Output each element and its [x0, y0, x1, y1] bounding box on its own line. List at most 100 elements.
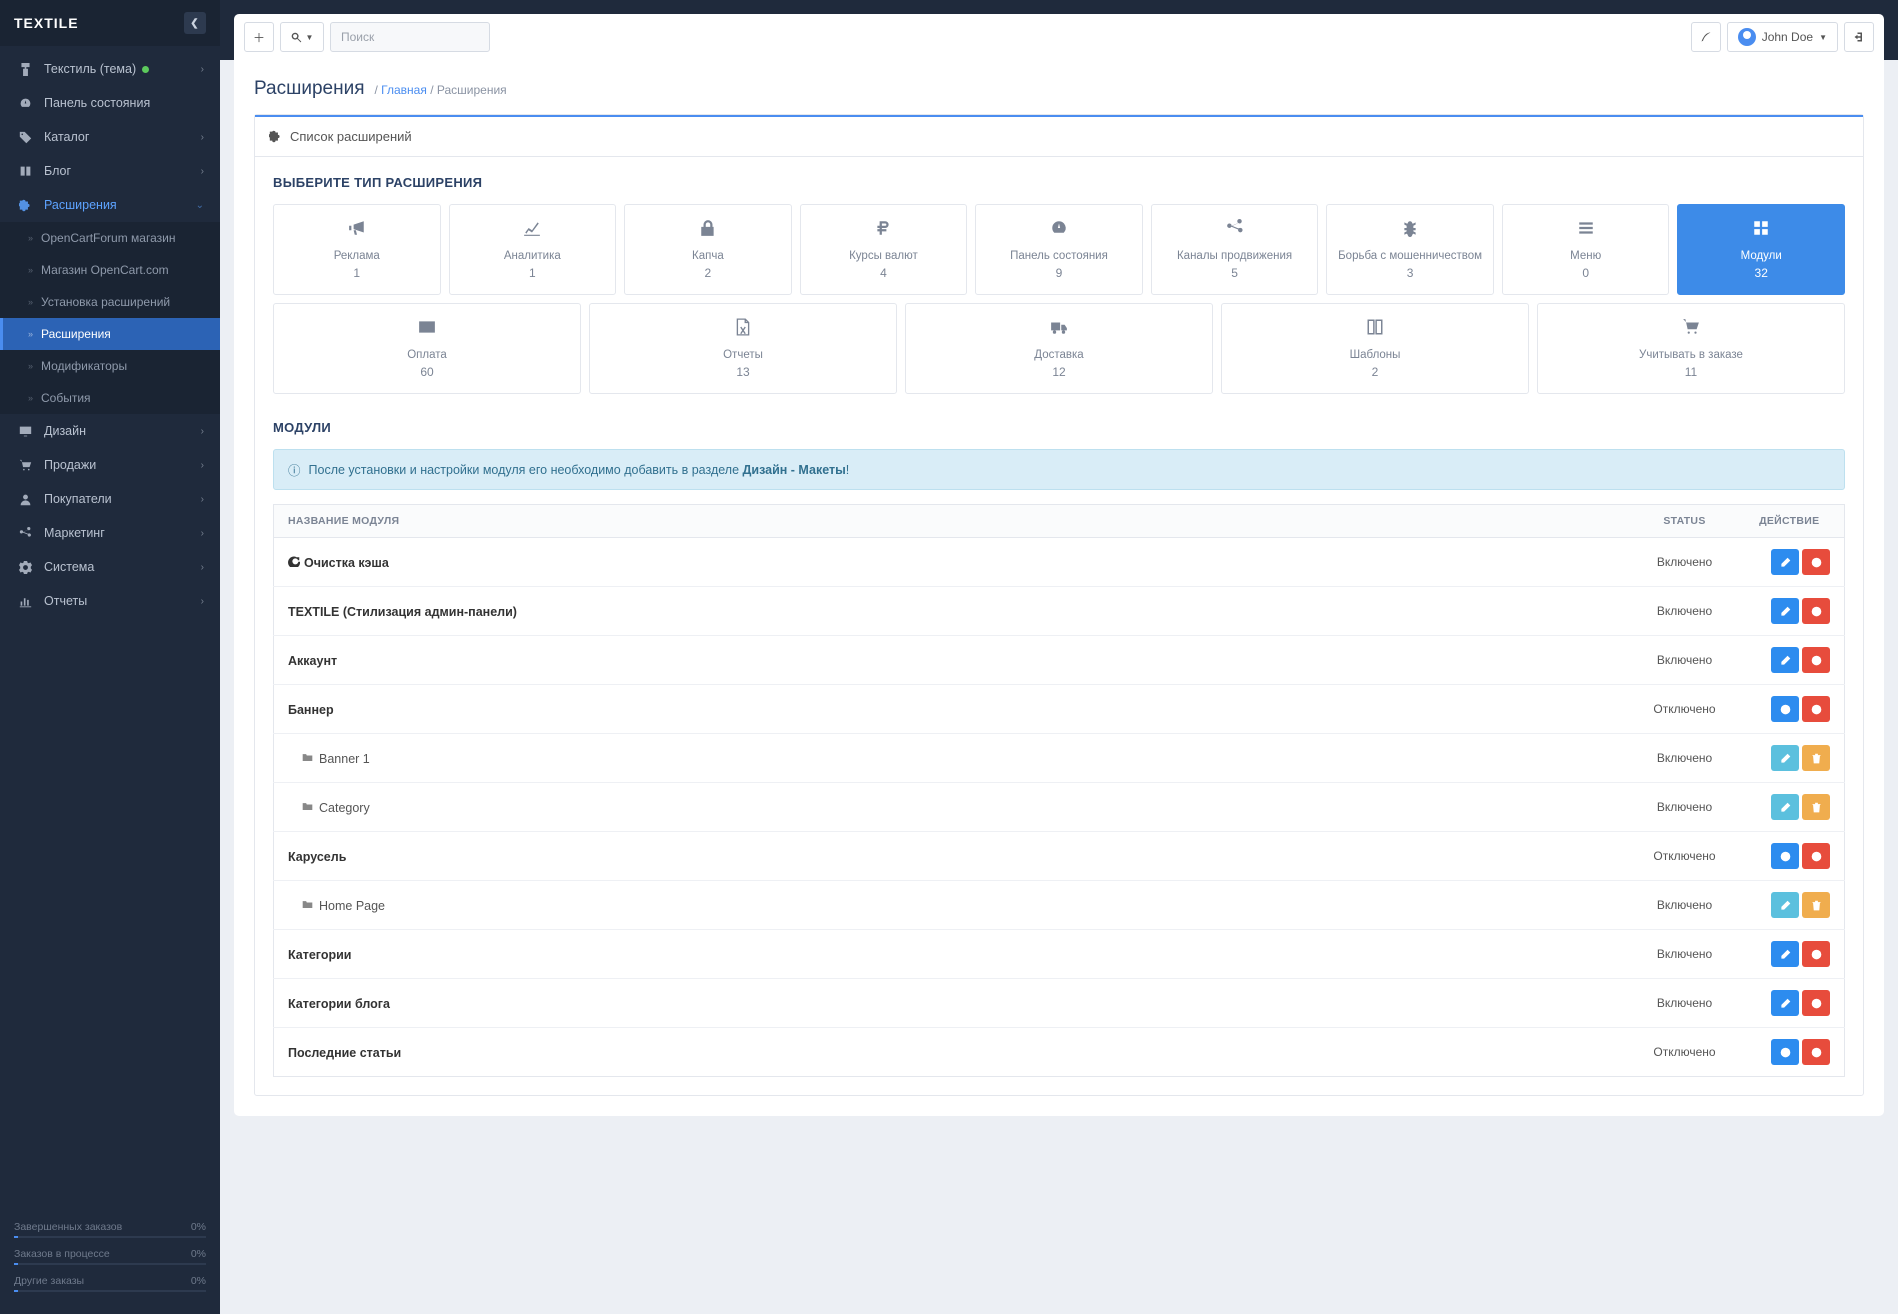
module-status: Включено	[1635, 587, 1735, 636]
ext-tile[interactable]: Реклама1	[273, 204, 441, 295]
card-icon	[280, 318, 574, 341]
edit-button[interactable]	[1771, 745, 1799, 771]
bar-icon	[16, 595, 34, 608]
ext-tile[interactable]: Меню0	[1502, 204, 1670, 295]
tile-label: Модули	[1684, 250, 1838, 262]
sidebar-subitem[interactable]: »Расширения	[0, 318, 220, 350]
sidebar-subitem[interactable]: »События	[0, 382, 220, 414]
user-menu[interactable]: John Doe ▼	[1727, 22, 1838, 52]
module-status: Включено	[1635, 636, 1735, 685]
sidebar-subitem[interactable]: »Магазин OpenCart.com	[0, 254, 220, 286]
sidebar-item-label: Текстиль (тема)	[44, 62, 136, 76]
panel-head: Список расширений	[255, 115, 1863, 157]
uninstall-button[interactable]	[1802, 1039, 1830, 1065]
tile-count: 32	[1684, 266, 1838, 280]
sidebar-item-dashboard[interactable]: Панель состояния	[0, 86, 220, 120]
module-name: Категории блога	[288, 997, 390, 1011]
sidebar-item-puzzle[interactable]: Расширения⌄	[0, 188, 220, 222]
user-name: John Doe	[1762, 30, 1813, 44]
sidebar-subitem-label: Модификаторы	[41, 359, 127, 373]
sidebar-item-book[interactable]: Блог›	[0, 154, 220, 188]
install-button[interactable]	[1771, 843, 1799, 869]
module-child-name: Home Page	[288, 899, 385, 913]
uninstall-button[interactable]	[1802, 696, 1830, 722]
sidebar-subitem[interactable]: »Установка расширений	[0, 286, 220, 318]
ext-tile[interactable]: Учитывать в заказе11	[1537, 303, 1845, 394]
ext-tile[interactable]: Шаблоны2	[1221, 303, 1529, 394]
sidebar-item-tags[interactable]: Каталог›	[0, 120, 220, 154]
uninstall-button[interactable]	[1802, 647, 1830, 673]
sidebar-item-label: Панель состояния	[44, 96, 150, 110]
ext-tile[interactable]: Аналитика1	[449, 204, 617, 295]
sidebar-subitem[interactable]: »Модификаторы	[0, 350, 220, 382]
ext-tile[interactable]: Оплата60	[273, 303, 581, 394]
sidebar-subitem-label: Расширения	[41, 327, 111, 341]
ext-tile[interactable]: Курсы валют4	[800, 204, 968, 295]
module-status: Включено	[1635, 930, 1735, 979]
edit-button[interactable]	[1771, 892, 1799, 918]
uninstall-button[interactable]	[1802, 598, 1830, 624]
uninstall-button[interactable]	[1802, 843, 1830, 869]
ext-tile[interactable]: Отчеты13	[589, 303, 897, 394]
module-status: Включено	[1635, 979, 1735, 1028]
module-name: Категории	[288, 948, 352, 962]
breadcrumb-home[interactable]: Главная	[381, 83, 427, 97]
ext-tile[interactable]: Капча2	[624, 204, 792, 295]
edit-button[interactable]	[1771, 549, 1799, 575]
table-row: CategoryВключено	[274, 783, 1845, 832]
dashboard-icon	[982, 219, 1136, 242]
ext-tile[interactable]: Доставка12	[905, 303, 1213, 394]
edit-button[interactable]	[1771, 794, 1799, 820]
module-status: Отключено	[1635, 685, 1735, 734]
ext-tile[interactable]: Модули 32	[1677, 204, 1845, 295]
tile-label: Доставка	[912, 349, 1206, 361]
ext-tile[interactable]: Борьба с мошенничеством3	[1326, 204, 1494, 295]
uninstall-button[interactable]	[1802, 549, 1830, 575]
search-input[interactable]	[330, 22, 490, 52]
ext-tile[interactable]: Каналы продвижения5	[1151, 204, 1319, 295]
ext-tile[interactable]: Панель состояния9	[975, 204, 1143, 295]
delete-button[interactable]	[1802, 745, 1830, 771]
delete-button[interactable]	[1802, 892, 1830, 918]
puzzle-icon	[16, 199, 34, 212]
gear-icon	[16, 561, 34, 574]
uninstall-button[interactable]	[1802, 990, 1830, 1016]
install-button[interactable]	[1771, 696, 1799, 722]
refresh-icon	[288, 555, 300, 567]
logout-button[interactable]	[1844, 22, 1874, 52]
tile-count: 1	[456, 266, 610, 280]
stat-row: Другие заказы0%	[14, 1275, 206, 1287]
tile-count: 4	[807, 266, 961, 280]
edit-button[interactable]	[1771, 598, 1799, 624]
delete-button[interactable]	[1802, 794, 1830, 820]
install-button[interactable]	[1771, 1039, 1799, 1065]
sidebar-item-bar[interactable]: Отчеты›	[0, 584, 220, 618]
tile-label: Борьба с мошенничеством	[1333, 250, 1487, 262]
sidebar-item-gear[interactable]: Система›	[0, 550, 220, 584]
search-icon	[291, 32, 302, 43]
stat-row: Заказов в процессе0%	[14, 1248, 206, 1260]
edit-button[interactable]	[1771, 647, 1799, 673]
user-icon	[16, 493, 34, 506]
sidebar-item-user[interactable]: Покупатели›	[0, 482, 220, 516]
module-name: TEXTILE (Стилизация админ-панели)	[288, 605, 517, 619]
table-row: Очистка кэшаВключено	[274, 538, 1845, 587]
add-button[interactable]: ＋	[244, 22, 274, 52]
edit-button[interactable]	[1771, 990, 1799, 1016]
edit-button[interactable]	[1771, 941, 1799, 967]
chevron-icon: ›	[201, 166, 204, 177]
th-status: STATUS	[1635, 505, 1735, 538]
sidebar-item-share[interactable]: Маркетинг›	[0, 516, 220, 550]
sidebar-toggle[interactable]: ❮	[184, 12, 206, 34]
module-child-name: Category	[288, 801, 370, 815]
chevron-icon: ⌄	[196, 200, 204, 211]
sidebar-item-paint[interactable]: Текстиль (тема)›	[0, 52, 220, 86]
uninstall-button[interactable]	[1802, 941, 1830, 967]
search-dropdown-button[interactable]: ▼	[280, 22, 324, 52]
tile-label: Учитывать в заказе	[1544, 349, 1838, 361]
module-name: Карусель	[288, 850, 346, 864]
theme-button[interactable]	[1691, 22, 1721, 52]
sidebar-item-cart[interactable]: Продажи›	[0, 448, 220, 482]
sidebar-subitem[interactable]: »OpenCartForum магазин	[0, 222, 220, 254]
sidebar-item-desktop[interactable]: Дизайн›	[0, 414, 220, 448]
